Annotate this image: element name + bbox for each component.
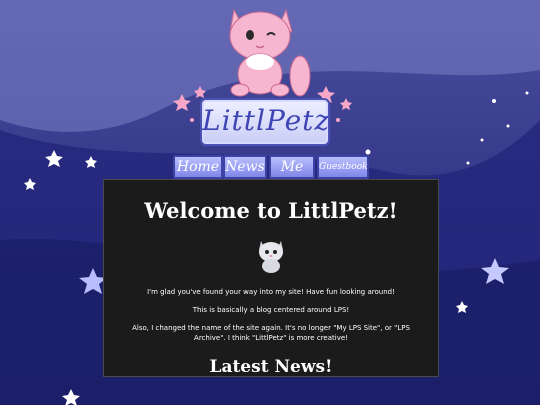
page-title: Welcome to LittlPetz! [144, 198, 398, 223]
nav-home-button[interactable]: Home [173, 155, 223, 179]
nav-me-button[interactable]: Me [269, 155, 315, 179]
logo-text: LittlPetz [202, 104, 331, 137]
content-panel: Welcome to LittlPetz! I'm glad you've fo… [103, 179, 439, 377]
kitten-figure-icon [259, 241, 283, 273]
nav-guestbook-button[interactable]: Guestbook [317, 155, 369, 179]
latest-news-heading: Latest News! [209, 357, 333, 377]
site-rename-note: Also, I changed the name of the site aga… [132, 324, 410, 342]
logo-sign: LittlPetz [200, 98, 330, 146]
welcome-paragraph: I'm glad you've found your way into my s… [147, 288, 395, 296]
nav-news-button[interactable]: News [223, 155, 267, 179]
site-logo[interactable]: LittlPetz [168, 2, 368, 152]
blog-description: This is basically a blog centered around… [192, 306, 350, 314]
